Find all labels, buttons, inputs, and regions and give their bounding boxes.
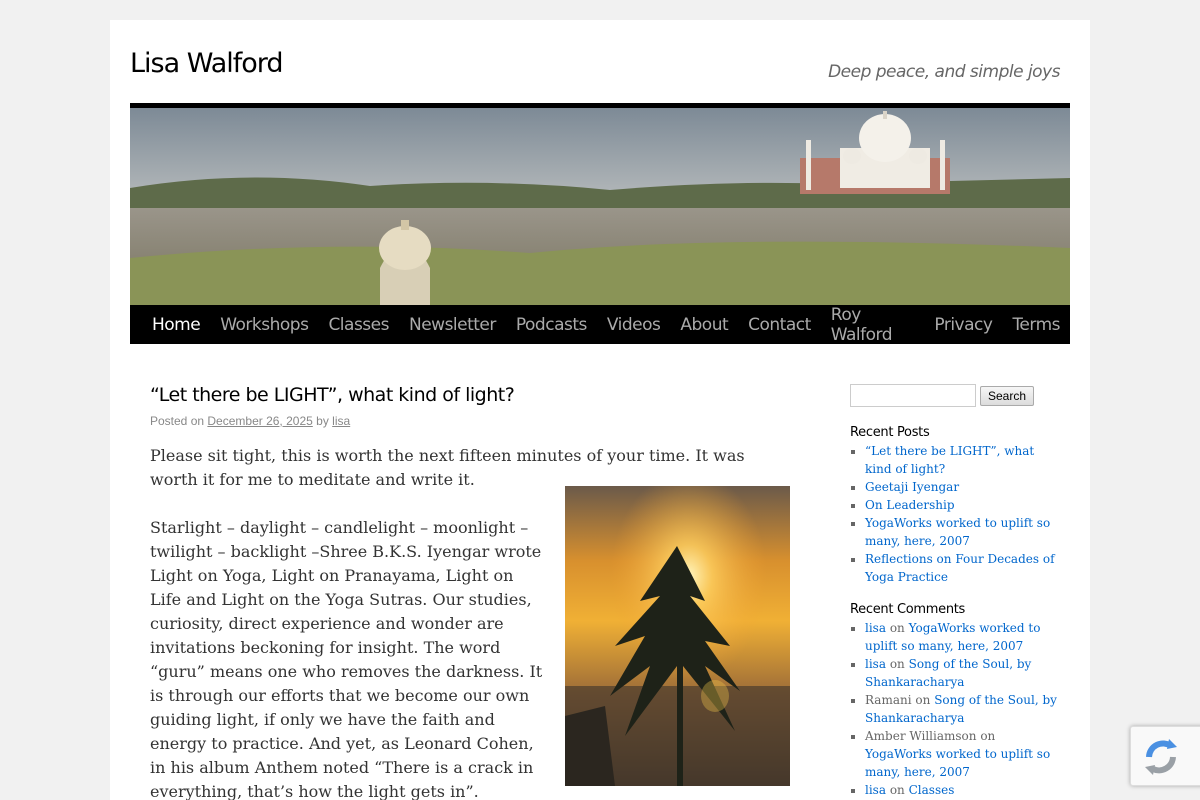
header-banner-image [130, 108, 1070, 305]
comment-author: Ramani [865, 693, 912, 707]
nav-item-podcasts[interactable]: Podcasts [506, 315, 597, 335]
recent-post-item: Reflections on Four Decades of Yoga Prac… [865, 550, 1060, 586]
comment-on-label: on [980, 729, 996, 743]
post-paragraph-1: Please sit tight, this is worth the next… [150, 446, 745, 489]
nav-item-home[interactable]: Home [142, 315, 210, 335]
recent-post-link[interactable]: Reflections on Four Decades of Yoga Prac… [865, 552, 1055, 584]
recent-post-item: Geetaji Iyengar [865, 478, 1060, 496]
search-input[interactable] [850, 384, 976, 407]
post-author-link[interactable]: lisa [332, 414, 350, 428]
nav-item-about[interactable]: About [670, 315, 738, 335]
recent-comment-item: Ramani on Song of the Soul, by Shankarac… [865, 691, 1060, 727]
site-title[interactable]: Lisa Walford [130, 48, 284, 79]
post-paragraph-2: Starlight – daylight – candlelight – moo… [150, 518, 543, 800]
comment-author[interactable]: lisa [865, 657, 886, 671]
comment-author[interactable]: lisa [865, 621, 886, 635]
recent-comment-item: lisa on Song of the Soul, by Shankaracha… [865, 655, 1060, 691]
search-button[interactable]: Search [980, 386, 1035, 406]
nav-item-terms[interactable]: Terms [1002, 315, 1070, 335]
recaptcha-badge[interactable] [1130, 726, 1200, 786]
recaptcha-icon [1131, 739, 1191, 791]
posted-on-label: Posted on [150, 414, 205, 428]
recent-post-link[interactable]: YogaWorks worked to uplift so many, here… [865, 516, 1050, 548]
post-content: “Let there be LIGHT”, what kind of light… [150, 384, 790, 800]
recent-comment-item: Amber Williamson on YogaWorks worked to … [865, 727, 1060, 781]
post-title[interactable]: “Let there be LIGHT”, what kind of light… [150, 384, 790, 406]
site-description: Deep peace, and simple joys [828, 62, 1060, 82]
nav-item-contact[interactable]: Contact [738, 315, 821, 335]
nav-item-privacy[interactable]: Privacy [924, 315, 1002, 335]
page-wrapper: Lisa Walford Deep peace, and simple joys [110, 20, 1090, 800]
recent-post-item: On Leadership [865, 496, 1060, 514]
sunset-tree-photo [565, 486, 790, 786]
nav-item-roy-walford[interactable]: Roy Walford [821, 305, 925, 345]
comment-post-link[interactable]: YogaWorks worked to uplift so many, here… [865, 747, 1050, 779]
post-meta: Posted on December 26, 2025 by lisa [150, 414, 790, 428]
recent-posts-title: Recent Posts [850, 425, 930, 440]
recent-post-link[interactable]: “Let there be LIGHT”, what kind of light… [865, 444, 1034, 476]
by-label: by [316, 414, 329, 428]
main-navigation: Home Workshops Classes Newsletter Podcasts Vi… [130, 305, 1070, 345]
comment-on-label: on [915, 693, 931, 707]
search-form: Search [850, 384, 1060, 407]
comment-author[interactable]: lisa [865, 783, 886, 797]
nav-item-newsletter[interactable]: Newsletter [399, 315, 506, 335]
post-date-link[interactable]: December 26, 2025 [207, 414, 312, 428]
recent-comment-item: lisa on YogaWorks worked to uplift so ma… [865, 619, 1060, 655]
recent-comments-title: Recent Comments [850, 602, 966, 617]
nav-item-classes[interactable]: Classes [318, 315, 399, 335]
recent-comment-item: lisa on Classes [865, 781, 1060, 799]
recent-post-link[interactable]: On Leadership [865, 498, 955, 512]
recent-post-item: “Let there be LIGHT”, what kind of light… [865, 442, 1060, 478]
comment-post-link[interactable]: Classes [909, 783, 955, 797]
comment-on-label: on [889, 657, 905, 671]
sidebar: Search Recent Posts “Let there be LIGHT”… [850, 384, 1060, 799]
nav-item-videos[interactable]: Videos [597, 315, 671, 335]
comment-on-label: on [889, 783, 905, 797]
nav-item-workshops[interactable]: Workshops [210, 315, 318, 335]
recent-posts-widget: Recent Posts “Let there be LIGHT”, what … [850, 425, 1060, 586]
recent-post-link[interactable]: Geetaji Iyengar [865, 480, 959, 494]
post-body: Please sit tight, this is worth the next… [150, 444, 790, 800]
comment-author: Amber Williamson [865, 729, 977, 743]
recent-post-item: YogaWorks worked to uplift so many, here… [865, 514, 1060, 550]
comment-on-label: on [889, 621, 905, 635]
recent-comments-widget: Recent Comments lisa on YogaWorks worked… [850, 602, 1060, 799]
